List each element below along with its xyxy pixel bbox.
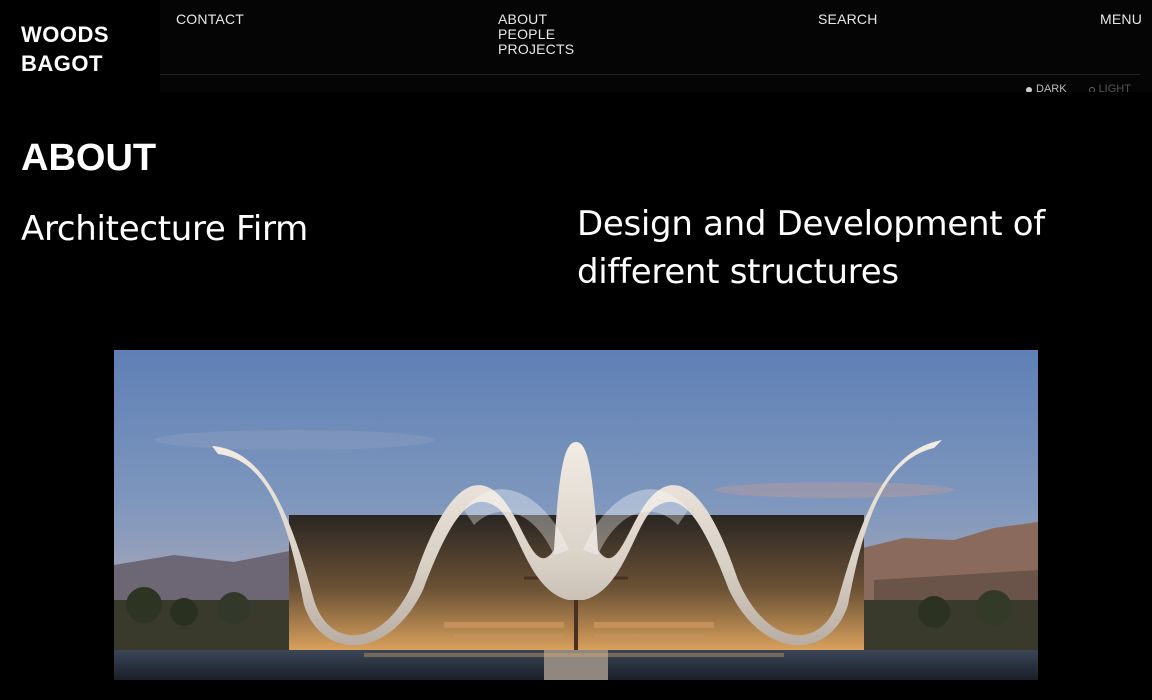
chapel-photo-illustration [114, 350, 1038, 680]
theme-option-dark[interactable]: DARK [1026, 84, 1067, 92]
nav-contact-link[interactable]: CONTACT [176, 12, 244, 27]
brand-logo-line1: WOODS [21, 22, 110, 47]
nav-people-link[interactable]: PEOPLE [498, 27, 574, 42]
theme-option-dark-label: DARK [1036, 84, 1067, 92]
tagline-firm: Architecture Firm [21, 209, 308, 249]
top-navigation-bar: CONTACT ABOUT PEOPLE PROJECTS SEARCH MEN… [160, 0, 1152, 92]
section-title: ABOUT [21, 137, 157, 179]
nav-primary-links: ABOUT PEOPLE PROJECTS [498, 12, 574, 57]
tagline-description: Design and Development of different stru… [577, 204, 1045, 292]
hero-image [114, 350, 1038, 680]
brand-logo[interactable]: WOODS BAGOT [21, 20, 109, 78]
theme-option-light[interactable]: LIGHT [1088, 84, 1131, 92]
nav-menu-button[interactable]: MENU [1100, 12, 1142, 27]
radio-selected-icon [1026, 87, 1032, 92]
nav-about-link[interactable]: ABOUT [498, 12, 574, 27]
header-divider [160, 74, 1140, 75]
theme-toggle: DARK LIGHT [1026, 84, 1131, 92]
page: WOODS BAGOT CONTACT ABOUT PEOPLE PROJECT… [0, 0, 1152, 700]
brand-logo-line2: BAGOT [21, 51, 103, 76]
theme-option-light-label: LIGHT [1098, 84, 1131, 92]
radio-unselected-icon [1088, 87, 1095, 92]
nav-search-link[interactable]: SEARCH [818, 12, 878, 27]
nav-projects-link[interactable]: PROJECTS [498, 42, 574, 57]
